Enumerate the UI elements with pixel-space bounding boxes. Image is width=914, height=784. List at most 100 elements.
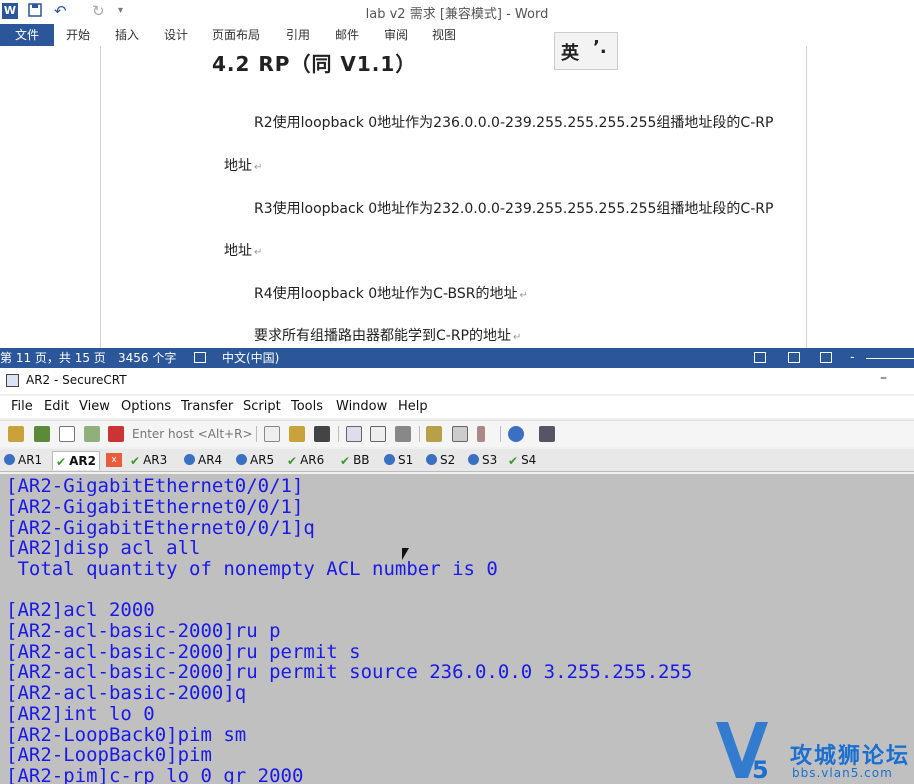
paste-icon[interactable] <box>289 426 305 442</box>
terminal-line: [AR2]disp acl all <box>6 537 201 559</box>
print-layout-icon[interactable] <box>788 352 800 363</box>
sftp-icon[interactable] <box>346 426 362 442</box>
session-tab-ar1[interactable]: AR1 <box>4 451 42 469</box>
connect-icon[interactable] <box>8 426 24 442</box>
minimize-button[interactable]: – <box>880 370 887 386</box>
watermark-url: bbs.vlan5.com <box>792 766 893 780</box>
connect-in-tab-icon[interactable] <box>59 426 75 442</box>
check-icon: ✔ <box>340 454 351 468</box>
session-tab-ar5[interactable]: AR5 <box>236 451 274 469</box>
session-tab-ar4[interactable]: AR4 <box>184 451 222 469</box>
terminal-line: Total quantity of nonempty ACL number is… <box>6 558 498 580</box>
terminal-line: [AR2-pim]c-rp lo 0 gr 2000 <box>6 765 304 784</box>
ime-punctuation[interactable]: ’. <box>593 37 607 58</box>
menu-transfer[interactable]: Transfer <box>181 399 233 414</box>
word-window-title: lab v2 需求 [兼容模式] - Word <box>365 7 549 22</box>
session-tab-ar6[interactable]: ✔ AR6 <box>287 451 324 469</box>
toolbar-separator <box>500 426 501 442</box>
find-icon[interactable] <box>314 426 330 442</box>
paragraph: R3使用loopback 0地址作为232.0.0.0-239.255.255.… <box>254 201 774 217</box>
global-options-icon[interactable] <box>452 426 468 442</box>
check-icon: ✔ <box>130 454 141 468</box>
menu-script[interactable]: Script <box>243 399 281 414</box>
menu-options[interactable]: Options <box>121 399 171 414</box>
crt-titlebar: AR2 - SecureCRT – <box>0 368 914 394</box>
session-tab-ar2[interactable]: ✔ AR2 <box>52 451 100 470</box>
ribbon-tab-view[interactable]: 视图 <box>432 24 456 46</box>
toolbar-separator <box>419 426 420 442</box>
keymap-icon[interactable] <box>477 426 485 442</box>
terminal-line: [AR2]int lo 0 <box>6 703 155 725</box>
ribbon-tab-design[interactable]: 设计 <box>164 24 188 46</box>
toolbar-separator <box>338 426 339 442</box>
info-icon <box>468 454 479 465</box>
crt-menubar: File Edit View Options Transfer Script T… <box>0 396 914 418</box>
info-icon <box>236 454 247 465</box>
proofing-icon[interactable] <box>194 352 206 363</box>
menu-file[interactable]: File <box>11 399 33 414</box>
word-titlebar: W ↶ ↻ ▾ lab v2 需求 [兼容模式] - Word <box>0 0 914 22</box>
quick-connect-input[interactable] <box>128 425 260 442</box>
session-tab-bb[interactable]: ✔ BB <box>340 451 370 469</box>
paragraph: 地址 ↵ <box>224 243 263 259</box>
status-page-count[interactable]: 第 11 页，共 15 页 <box>0 348 106 368</box>
info-icon <box>426 454 437 465</box>
ribbon-tab-mailings[interactable]: 邮件 <box>335 24 359 46</box>
zoom-slider[interactable] <box>866 358 914 359</box>
info-icon <box>4 454 15 465</box>
terminal-line: [AR2-GigabitEthernet0/0/1] <box>6 475 304 497</box>
securecrt-app-icon[interactable] <box>6 374 19 387</box>
read-mode-icon[interactable] <box>754 352 766 363</box>
ribbon-tab-file[interactable]: 文件 <box>0 24 54 46</box>
terminal-line: [AR2-acl-basic-2000]ru permit source 236… <box>6 661 693 683</box>
terminal-line: [AR2-acl-basic-2000]ru p <box>6 620 281 642</box>
check-icon: ✔ <box>56 455 67 469</box>
ribbon-tab-references[interactable]: 引用 <box>286 24 310 46</box>
menu-tools[interactable]: Tools <box>291 399 323 414</box>
session-tab-ar3[interactable]: ✔ AR3 <box>130 451 167 469</box>
menu-window[interactable]: Window <box>336 399 387 414</box>
ribbon-tab-review[interactable]: 审阅 <box>384 24 408 46</box>
zoom-out-button[interactable]: - <box>850 348 855 368</box>
terminal-line: [AR2-LoopBack0]pim sm <box>6 724 247 746</box>
mouse-cursor-icon <box>402 548 409 560</box>
web-layout-icon[interactable] <box>820 352 832 363</box>
menu-edit[interactable]: Edit <box>44 399 69 414</box>
session-tab-s3[interactable]: S3 <box>468 451 497 469</box>
paragraph: 要求所有组播路由器都能学到C-RP的地址 ↵ <box>254 328 522 344</box>
terminal-line: [AR2-LoopBack0]pim <box>6 744 212 766</box>
ribbon-tab-home[interactable]: 开始 <box>66 24 90 46</box>
ribbon-tab-layout[interactable]: 页面布局 <box>212 24 260 46</box>
status-language[interactable]: 中文(中国) <box>222 348 279 368</box>
page-left-edge <box>100 46 101 348</box>
word-window: W ↶ ↻ ▾ lab v2 需求 [兼容模式] - Word 文件 开始 插入… <box>0 0 914 368</box>
about-icon[interactable] <box>539 426 555 442</box>
paragraph: 地址 ↵ <box>224 158 263 174</box>
menu-help[interactable]: Help <box>398 399 428 414</box>
print-icon[interactable] <box>395 426 411 442</box>
copy-icon[interactable] <box>264 426 280 442</box>
toolbar-separator <box>256 426 257 442</box>
session-options-icon[interactable] <box>426 426 442 442</box>
log-session-icon[interactable] <box>370 426 386 442</box>
session-tab-s1[interactable]: S1 <box>384 451 413 469</box>
status-word-count[interactable]: 3456 个字 <box>118 348 176 368</box>
info-icon <box>184 454 195 465</box>
close-tab-icon[interactable]: x <box>106 453 122 467</box>
disconnect-icon[interactable] <box>108 426 124 442</box>
reconnect-icon[interactable] <box>84 426 100 442</box>
page-right-edge <box>806 46 807 348</box>
menu-view[interactable]: View <box>79 399 110 414</box>
session-tabs: AR1 ✔ AR2 x ✔ AR3 AR4 AR5 ✔ AR6 ✔ BB S1 S2 S… <box>0 449 914 472</box>
ribbon-tab-insert[interactable]: 插入 <box>115 24 139 46</box>
session-tab-s2[interactable]: S2 <box>426 451 455 469</box>
session-tab-s4[interactable]: ✔ S4 <box>508 451 536 469</box>
ribbon-tabs: 文件 开始 插入 设计 页面布局 引用 邮件 审阅 视图 <box>0 24 914 46</box>
paragraph: R4使用loopback 0地址作为C-BSR的地址 ↵ <box>254 286 528 302</box>
ime-language[interactable]: 英 <box>561 39 579 65</box>
document-heading: 4.2 RP（同 V1.1） <box>212 52 417 76</box>
quick-connect-icon[interactable] <box>34 426 50 442</box>
terminal-line: [AR2-acl-basic-2000]ru permit s <box>6 641 361 663</box>
ime-indicator[interactable]: 英 ’. <box>554 32 618 70</box>
help-icon[interactable] <box>508 426 524 442</box>
